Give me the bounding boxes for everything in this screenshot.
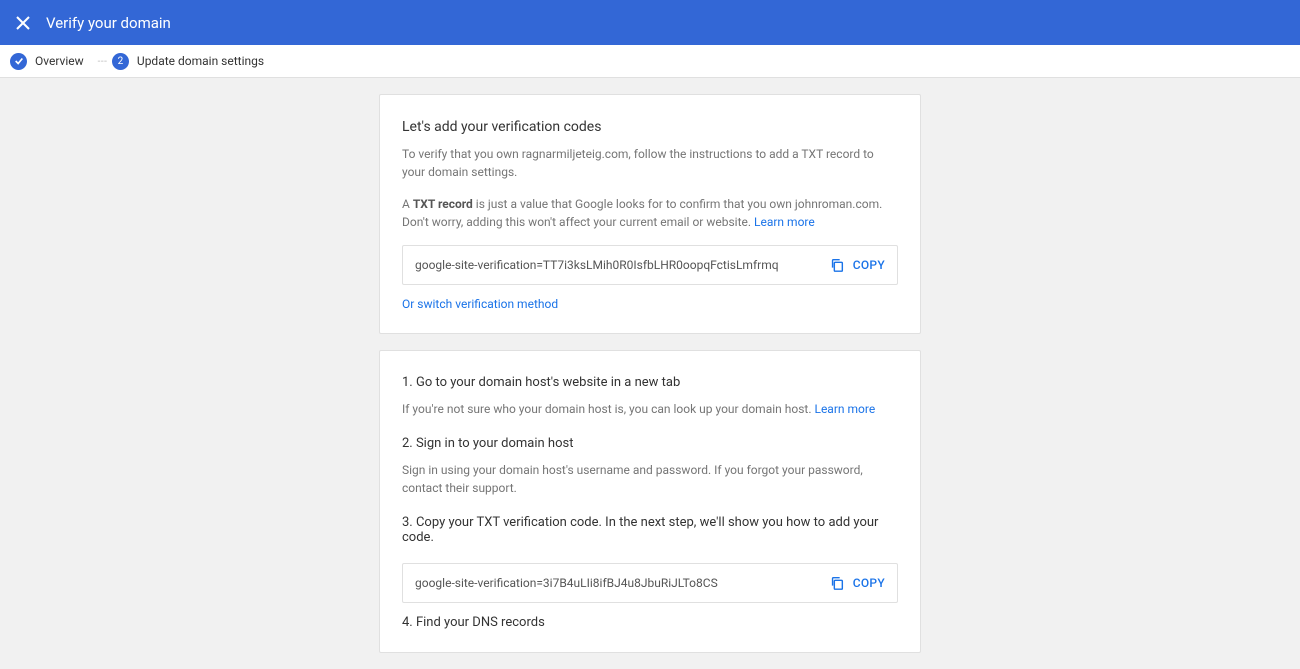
- verification-code-card: Let's add your verification codes To ver…: [379, 94, 921, 334]
- copy-button-1[interactable]: COPY: [829, 257, 885, 273]
- step2-number-badge: 2: [112, 53, 129, 70]
- close-icon[interactable]: [14, 14, 32, 32]
- copy-label-1: COPY: [853, 258, 885, 272]
- page-title: Verify your domain: [46, 14, 171, 32]
- learn-more-link-1[interactable]: Learn more: [754, 215, 815, 229]
- verification-code-box-1: google-site-verification=TT7i3ksLMih0R0I…: [402, 245, 898, 285]
- step2-heading: 2. Sign in to your domain host: [402, 436, 898, 451]
- txt-record-bold: TXT record: [413, 197, 473, 211]
- switch-verification-link[interactable]: Or switch verification method: [402, 297, 898, 311]
- step1-check-icon: [10, 53, 27, 70]
- step2-desc: Sign in using your domain host's usernam…: [402, 461, 898, 497]
- step3-heading: 3. Copy your TXT verification code. In t…: [402, 515, 898, 545]
- step1-label[interactable]: Overview: [35, 54, 84, 68]
- step1-heading: 1. Go to your domain host's website in a…: [402, 375, 898, 390]
- verification-code-text-2: google-site-verification=3i7B4uLIi8ifBJ4…: [415, 576, 829, 590]
- verification-code-text-1: google-site-verification=TT7i3ksLMih0R0I…: [415, 258, 829, 272]
- copy-icon: [829, 575, 845, 591]
- step4-heading: 4. Find your DNS records: [402, 615, 898, 630]
- copy-label-2: COPY: [853, 576, 885, 590]
- instruction-step-4: 4. Find your DNS records: [402, 615, 898, 630]
- copy-button-2[interactable]: COPY: [829, 575, 885, 591]
- verification-code-box-2: google-site-verification=3i7B4uLIi8ifBJ4…: [402, 563, 898, 603]
- copy-icon: [829, 257, 845, 273]
- step1-desc: If you're not sure who your domain host …: [402, 400, 898, 418]
- content-area: Let's add your verification codes To ver…: [0, 78, 1300, 653]
- instructions-card: 1. Go to your domain host's website in a…: [379, 350, 921, 653]
- card1-desc2: A TXT record is just a value that Google…: [402, 195, 898, 231]
- header-bar: Verify your domain: [0, 0, 1300, 45]
- card1-desc1: To verify that you own ragnarmiljeteig.c…: [402, 145, 898, 181]
- card1-title: Let's add your verification codes: [402, 119, 898, 135]
- step1-desc-text: If you're not sure who your domain host …: [402, 402, 814, 416]
- learn-more-link-2[interactable]: Learn more: [814, 402, 875, 416]
- stepper: Overview - - - 2 Update domain settings: [0, 45, 1300, 78]
- instruction-step-3: 3. Copy your TXT verification code. In t…: [402, 515, 898, 545]
- instruction-step-1: 1. Go to your domain host's website in a…: [402, 375, 898, 418]
- instruction-step-2: 2. Sign in to your domain host Sign in u…: [402, 436, 898, 497]
- step-separator: - - -: [98, 56, 106, 67]
- card1-desc2-pre: A: [402, 197, 413, 211]
- step2-label[interactable]: Update domain settings: [137, 54, 264, 68]
